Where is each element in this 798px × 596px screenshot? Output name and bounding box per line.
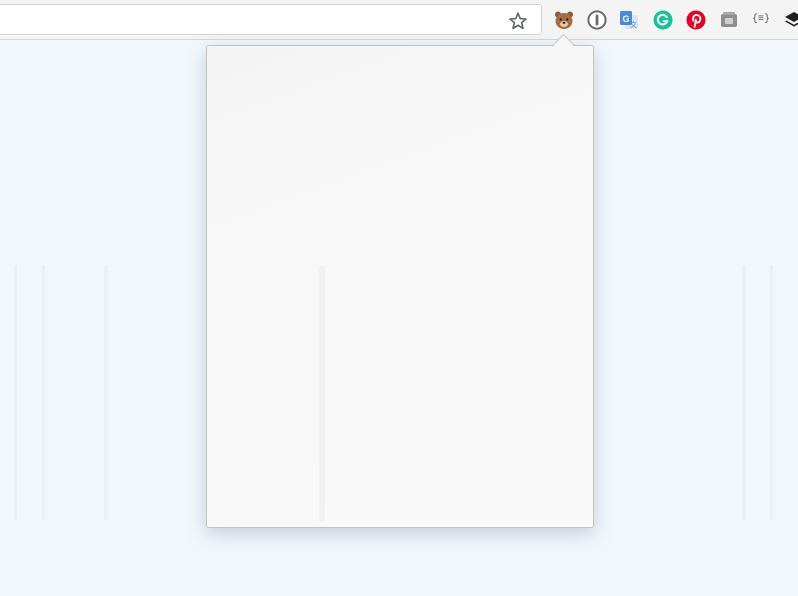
pinterest-icon xyxy=(686,10,706,30)
grammarly-extension-button[interactable] xyxy=(652,9,674,31)
extension-popup[interactable] xyxy=(206,45,594,528)
bear-extension-button[interactable] xyxy=(553,9,575,31)
layers-extension-button[interactable] xyxy=(783,9,798,31)
popup-placeholder-column xyxy=(319,266,325,521)
background-decoration xyxy=(104,265,108,520)
background-decoration xyxy=(42,265,45,520)
google-translate-extension-button[interactable]: G 文 xyxy=(618,9,640,31)
star-icon[interactable] xyxy=(507,10,529,32)
popup-body xyxy=(207,46,593,527)
bear-icon xyxy=(555,11,573,29)
address-input[interactable] xyxy=(5,5,499,36)
json-icon: {≡} xyxy=(751,14,770,25)
storage-icon xyxy=(721,12,737,27)
layers-icon xyxy=(785,12,798,27)
pinterest-extension-button[interactable] xyxy=(685,9,707,31)
google-translate-icon: G 文 xyxy=(620,11,638,29)
address-bar[interactable] xyxy=(0,4,542,36)
json-formatter-extension-button[interactable]: {≡} xyxy=(750,9,772,31)
svg-text:文: 文 xyxy=(630,20,637,29)
background-decoration xyxy=(14,265,17,520)
1password-icon xyxy=(587,10,607,30)
background-decoration xyxy=(770,265,773,520)
background-decoration xyxy=(742,265,746,520)
browser-toolbar: G 文 {≡} xyxy=(0,0,798,40)
svg-text:G: G xyxy=(622,14,629,24)
grammarly-icon xyxy=(653,10,673,30)
1password-extension-button[interactable] xyxy=(586,9,608,31)
storage-extension-button[interactable] xyxy=(718,9,740,31)
